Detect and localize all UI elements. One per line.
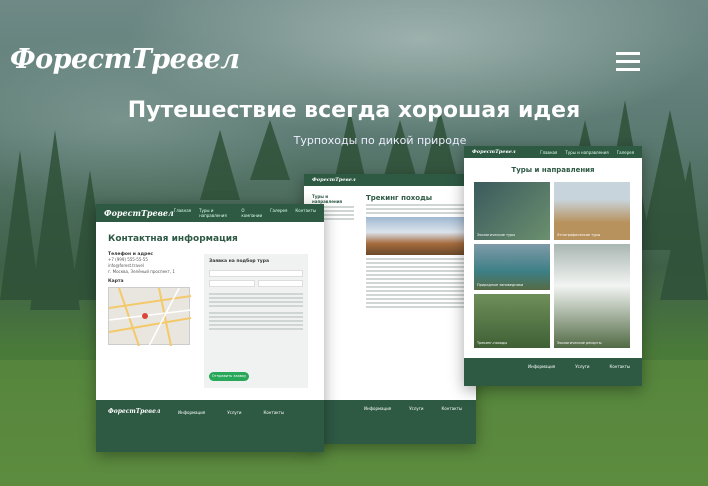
tours-footer: Информация Услуги Контакты: [464, 358, 642, 386]
footer-col-contacts: Контакты: [263, 410, 285, 415]
mockup-header: ФорестТревел Главная Туры и направления …: [96, 204, 324, 222]
footer-col-info: Информация: [178, 410, 206, 415]
form-input[interactable]: [209, 280, 255, 287]
tour-tile[interactable]: Экологические туры: [474, 182, 550, 240]
nav-gallery[interactable]: Галерея: [270, 208, 287, 218]
footer-col-services: Услуги: [575, 364, 590, 369]
nav-contacts[interactable]: Контакты: [295, 208, 316, 218]
map-label: Карта: [108, 279, 124, 284]
tour-tile[interactable]: Природные заповедники: [474, 244, 550, 290]
contact-page-mockup: ФорестТревел Главная Туры и направления …: [96, 204, 324, 452]
nav-gallery[interactable]: Галерея: [617, 150, 634, 155]
tile-label: Природные заповедники: [477, 283, 524, 287]
tour-tile[interactable]: Трекинг-походы: [474, 294, 550, 348]
form-title: Заявка на подбор тура: [209, 259, 269, 264]
nav-tours[interactable]: Туры и направления: [199, 208, 233, 218]
form-input[interactable]: [257, 280, 303, 287]
tile-label: Экологические ресорты: [557, 341, 602, 345]
tour-tile[interactable]: Этнографические туры: [554, 182, 630, 240]
footer-col-contacts: Контакты: [609, 364, 631, 369]
footer-col-info: Информация: [364, 406, 392, 411]
tours-heading: Туры и направления: [511, 166, 595, 174]
address-value: г. Москва, Зелёный проспект, 1: [108, 269, 175, 274]
tour-request-form: Заявка на подбор тура Отправить заявку: [204, 254, 308, 388]
contact-footer: ФорестТревел Информация Услуги Контакты: [96, 400, 324, 452]
nav-home[interactable]: Главная: [174, 208, 191, 218]
tile-label: Трекинг-походы: [477, 341, 508, 345]
contact-heading: Контактная информация: [108, 234, 238, 244]
mockup-logo: ФорестТревел: [312, 177, 356, 183]
tile-label: Экологические туры: [477, 233, 516, 237]
submit-button[interactable]: Отправить заявку: [209, 372, 249, 381]
trek-heading: Трекинг походы: [366, 194, 433, 202]
footer-col-info: Информация: [528, 364, 556, 369]
tile-label: Этнографические туры: [557, 233, 601, 237]
footer-col-services: Услуги: [409, 406, 424, 411]
hamburger-menu-icon[interactable]: [616, 52, 640, 72]
tours-page-mockup: ФорестТревел Главная Туры и направления …: [464, 146, 642, 386]
mockup-header: ФорестТревел Главная Туры и направления …: [464, 146, 642, 158]
trek-footer: Информация Услуги Контакты: [304, 400, 476, 444]
footer-logo: ФорестТревел: [108, 408, 161, 415]
footer-col-contacts: Контакты: [441, 406, 463, 411]
trek-side-title: Туры и направления: [312, 194, 343, 204]
form-input[interactable]: [209, 270, 303, 277]
mockup-header: ФорестТревел: [304, 174, 476, 186]
tour-tile[interactable]: Экологические ресорты: [554, 244, 630, 348]
nav-tours[interactable]: Туры и направления: [565, 150, 608, 155]
map-pin-icon: [142, 313, 148, 319]
hero-title: Путешествие всегда хорошая идея: [127, 98, 581, 123]
site-logo[interactable]: ФорестТревел: [10, 44, 240, 75]
nav-home[interactable]: Главная: [540, 150, 557, 155]
footer-col-services: Услуги: [227, 410, 242, 415]
mockup-logo: ФорестТревел: [472, 149, 516, 155]
trek-page-mockup: ФорестТревел Туры и направления Трекинг …: [304, 174, 476, 444]
nav-about[interactable]: О компании: [241, 208, 262, 218]
mockup-logo: ФорестТревел: [104, 208, 174, 218]
map-image[interactable]: [108, 287, 191, 346]
trek-photo: [366, 217, 468, 255]
